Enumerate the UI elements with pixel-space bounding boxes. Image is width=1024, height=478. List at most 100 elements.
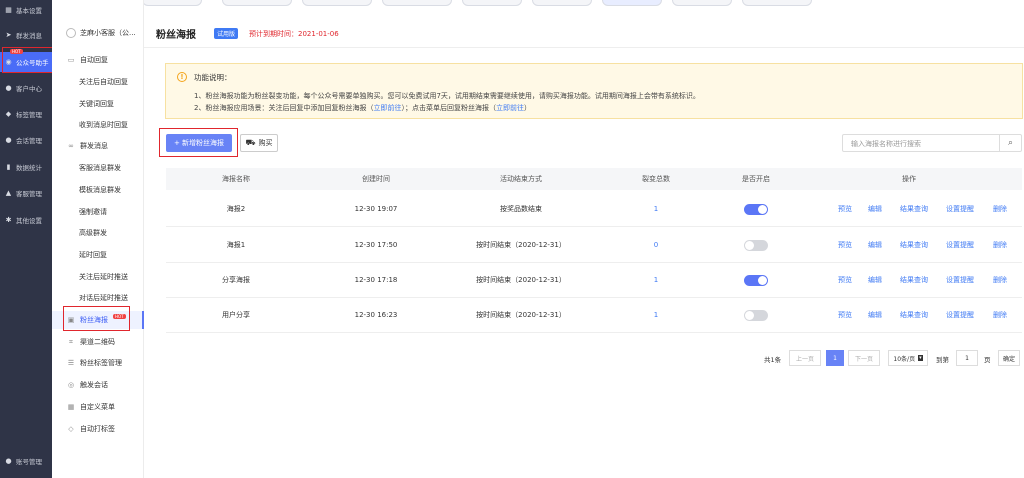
search-input[interactable]: 输入海报名称进行搜索	[851, 139, 921, 149]
subnav-fan-label-management[interactable]: ☰ 粉丝标签管理	[52, 354, 144, 372]
subnav-custom-menu[interactable]: ▦ 自定义菜单	[52, 398, 144, 416]
fission-total[interactable]: 1	[596, 263, 716, 297]
delete-link[interactable]: 删除	[993, 310, 1007, 320]
created-time: 12-30 16:23	[354, 311, 398, 319]
nav-item-account-management[interactable]: ● 账号管理	[0, 451, 52, 471]
col-header: 操作	[902, 175, 916, 183]
set-reminder-link[interactable]: 设置提醒	[946, 275, 974, 285]
subnav-cs-mass[interactable]: 客服消息群发	[52, 159, 144, 177]
delete-link[interactable]: 删除	[993, 240, 1007, 250]
ops-cell: 预览 编辑 结果查询 设置提醒 删除	[796, 298, 1022, 332]
table-header: 海报名称 创建时间 活动结束方式 裂变总数 是否开启 操作	[166, 168, 1022, 190]
toggle-knob	[745, 240, 754, 250]
enable-toggle[interactable]	[744, 309, 768, 321]
nav-item-other-settings[interactable]: ✱ 其他设置	[0, 210, 52, 230]
subnav-channel-qrcode[interactable]: ⌗ 渠道二维码	[52, 333, 144, 351]
subnav-force-invite[interactable]: 强制邀请	[52, 203, 144, 221]
divider	[144, 47, 1024, 48]
users-icon: ●	[5, 83, 12, 92]
subnav-chat-delay-push[interactable]: 对话后延时推送	[52, 289, 144, 307]
result-query-link[interactable]: 结果查询	[900, 310, 928, 320]
subnav-message-reply[interactable]: 收到消息时回复	[52, 116, 144, 134]
preview-link[interactable]: 预览	[838, 275, 852, 285]
enable-toggle[interactable]	[744, 239, 768, 251]
page-unit: 页	[984, 356, 991, 364]
nav-item-session-management[interactable]: ● 会话管理	[0, 130, 52, 150]
nav-item-tag-management[interactable]: ◆ 标签管理	[0, 104, 52, 124]
trigger-icon: ◎	[67, 381, 75, 389]
enable-cell	[716, 192, 796, 226]
notice-title: 功能说明：	[194, 73, 232, 82]
delete-link[interactable]: 删除	[993, 275, 1007, 285]
edit-link[interactable]: 编辑	[868, 275, 882, 285]
nav-label: 群发消息	[16, 32, 42, 40]
enable-toggle[interactable]	[744, 203, 768, 215]
set-reminder-link[interactable]: 设置提醒	[946, 310, 974, 320]
subnav-label: 延时回复	[79, 251, 107, 259]
current-page[interactable]: 1	[826, 350, 844, 366]
fission-total[interactable]: 1	[596, 298, 716, 332]
set-reminder-link[interactable]: 设置提醒	[946, 240, 974, 250]
subnav-label: 关注后延时推送	[79, 273, 128, 281]
subnav-auto-tag[interactable]: ◇ 自动打标签	[52, 420, 144, 438]
toggle-knob	[758, 275, 767, 285]
subnav-label: 客服消息群发	[79, 164, 121, 172]
subnav-label: 触发会话	[80, 381, 108, 389]
nav-item-customer-service[interactable]: ▲ 客服管理	[0, 183, 52, 203]
subnav-delay-reply[interactable]: 延时回复	[52, 246, 144, 264]
goto-link[interactable]: 立即前往	[496, 104, 524, 112]
enable-toggle[interactable]	[744, 274, 768, 286]
prev-page-button[interactable]: 上一页	[789, 350, 821, 366]
fission-total[interactable]: 1	[596, 192, 716, 226]
nav-label: 会话管理	[16, 137, 42, 145]
goto-page-input[interactable]: 1	[956, 350, 978, 366]
nav-item-basic-settings[interactable]: ▦ 基本设置	[0, 0, 52, 20]
next-page-button[interactable]: 下一页	[848, 350, 880, 366]
nav-label: 其他设置	[16, 217, 42, 225]
edit-link[interactable]: 编辑	[868, 204, 882, 214]
page-size-select[interactable]: 10条/页 ▾	[888, 350, 928, 366]
result-query-link[interactable]: 结果查询	[900, 204, 928, 214]
result-query-link[interactable]: 结果查询	[900, 240, 928, 250]
subnav-follow-delay-push[interactable]: 关注后延时推送	[52, 268, 144, 286]
poster-name: 海报1	[226, 241, 246, 249]
edit-link[interactable]: 编辑	[868, 310, 882, 320]
edit-link[interactable]: 编辑	[868, 240, 882, 250]
preview-link[interactable]: 预览	[838, 204, 852, 214]
preview-link[interactable]: 预览	[838, 310, 852, 320]
fission-total[interactable]: 0	[596, 228, 716, 262]
col-header: 是否开启	[742, 175, 770, 183]
col-header: 创建时间	[362, 175, 390, 183]
confirm-button[interactable]: 确定	[998, 350, 1020, 366]
enable-cell	[716, 228, 796, 262]
nav-item-statistics[interactable]: ▮ 数据统计	[0, 157, 52, 177]
subnav-mass-message[interactable]: ∞ 群发消息	[52, 137, 144, 155]
bar-chart-icon: ▮	[6, 162, 11, 171]
set-reminder-link[interactable]: 设置提醒	[946, 204, 974, 214]
nav-item-mass-send[interactable]: ➤ 群发消息	[0, 25, 52, 45]
subnav-label: 模板消息群发	[79, 186, 121, 194]
subnav-label: 自动打标签	[80, 425, 115, 433]
delete-link[interactable]: 删除	[993, 204, 1007, 214]
page-title: 粉丝海报	[156, 30, 196, 41]
preview-link[interactable]: 预览	[838, 240, 852, 250]
nav-item-customer-center[interactable]: ● 客户中心	[0, 78, 52, 98]
col-header: 活动结束方式	[500, 175, 542, 183]
subnav-template-mass[interactable]: 模板消息群发	[52, 181, 144, 199]
ops-cell: 预览 编辑 结果查询 设置提醒 删除	[796, 192, 1022, 226]
subnav-label: 高级群发	[79, 229, 107, 237]
account-selector[interactable]: 芝麻小客服（公...	[52, 24, 144, 42]
buy-button[interactable]: ⛟ 购买	[240, 134, 278, 152]
subnav-trigger-session[interactable]: ◎ 触发会话	[52, 376, 144, 394]
subnav-advanced-mass[interactable]: 高级群发	[52, 224, 144, 242]
notice-text: ）；点击菜单后回复粉丝海报（	[401, 104, 496, 112]
subnav-follow-auto-reply[interactable]: 关注后自动回复	[52, 73, 144, 91]
search-icon[interactable]: ⌕	[999, 135, 1021, 151]
subnav-auto-reply[interactable]: ▭ 自动回复	[52, 51, 144, 69]
highlight-box	[63, 306, 130, 331]
result-query-link[interactable]: 结果查询	[900, 275, 928, 285]
auto-tag-icon: ◇	[68, 425, 74, 433]
notice-text: 2、粉丝海报应用场景：关注后回复中添加回复粉丝海报（	[194, 104, 374, 112]
subnav-keyword-reply[interactable]: 关键词回复	[52, 95, 144, 113]
goto-link[interactable]: 立即前往	[373, 104, 401, 112]
